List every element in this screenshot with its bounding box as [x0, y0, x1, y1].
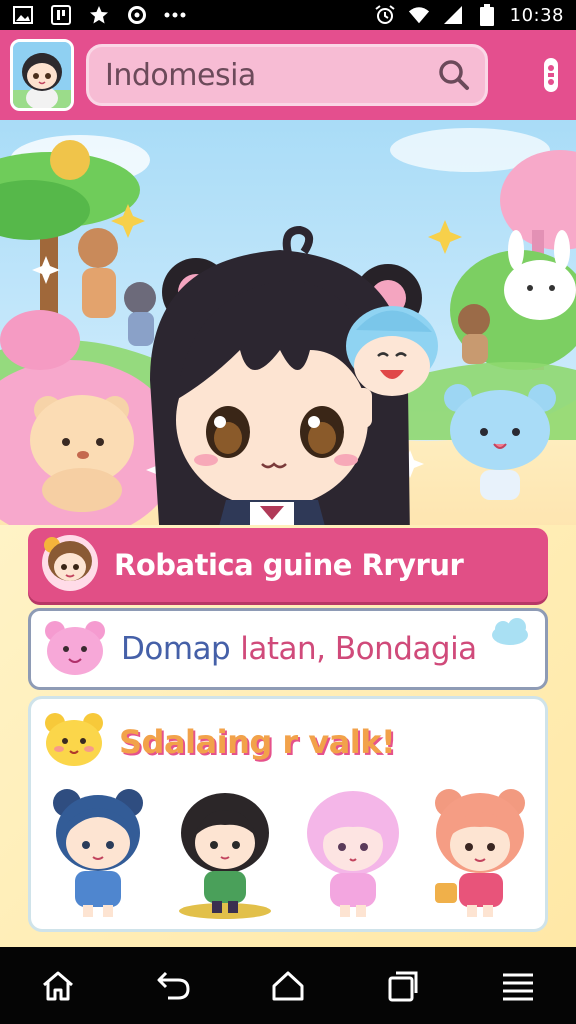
character-blue-bear[interactable]: [39, 783, 157, 923]
search-icon[interactable]: [437, 58, 471, 92]
navigation-bar: [0, 947, 576, 1024]
card-domap-label-part1: Domap: [121, 631, 231, 667]
yellow-bear-icon: [41, 709, 107, 774]
star-icon: [88, 5, 110, 25]
app-bar: Indomesia: [0, 30, 576, 120]
menu-icon[interactable]: [490, 958, 546, 1014]
search-bar[interactable]: Indomesia: [86, 44, 488, 106]
app-avatar[interactable]: [10, 39, 74, 111]
alarm-icon: [374, 5, 396, 25]
signal-icon: [442, 5, 464, 25]
card-characters-title: Sdalaing r valk!: [119, 722, 396, 761]
status-left: [12, 5, 186, 25]
girl-avatar-icon: [38, 531, 102, 600]
character-pink-hair[interactable]: [294, 783, 412, 923]
pink-bear-icon: [41, 615, 109, 684]
image-icon: [12, 5, 34, 25]
wifi-icon: [408, 5, 430, 25]
recents-icon[interactable]: [375, 958, 431, 1014]
card-characters-header: Sdalaing r valk!: [41, 709, 396, 774]
card-characters[interactable]: Sdalaing r valk!: [28, 696, 548, 932]
back-icon[interactable]: [145, 958, 201, 1014]
card-robatica-label: Robatica guine Rryrur: [114, 548, 464, 582]
character-orange-bear[interactable]: [421, 783, 539, 923]
status-time: 10:38: [509, 4, 564, 26]
card-domap-label-part2: latan, Bondagia: [240, 631, 477, 667]
app-icon: [50, 5, 72, 25]
home-outline-icon[interactable]: [260, 958, 316, 1014]
character-row: [39, 783, 539, 923]
card-domap[interactable]: Domap latan, Bondagia: [28, 608, 548, 690]
status-right: 10:38: [374, 4, 564, 26]
status-bar: 10:38: [0, 0, 576, 30]
cloud-sticker-icon: [489, 617, 531, 652]
search-input[interactable]: Indomesia: [105, 58, 437, 93]
character-dark-hair[interactable]: [166, 783, 284, 923]
more-vertical-icon[interactable]: [536, 55, 566, 95]
hero-illustration: [0, 120, 576, 580]
more-dots-icon: [164, 5, 186, 25]
circle-icon: [126, 5, 148, 25]
card-robatica[interactable]: Robatica guine Rryrur: [28, 528, 548, 602]
battery-icon: [476, 4, 498, 26]
home-icon[interactable]: [30, 958, 86, 1014]
